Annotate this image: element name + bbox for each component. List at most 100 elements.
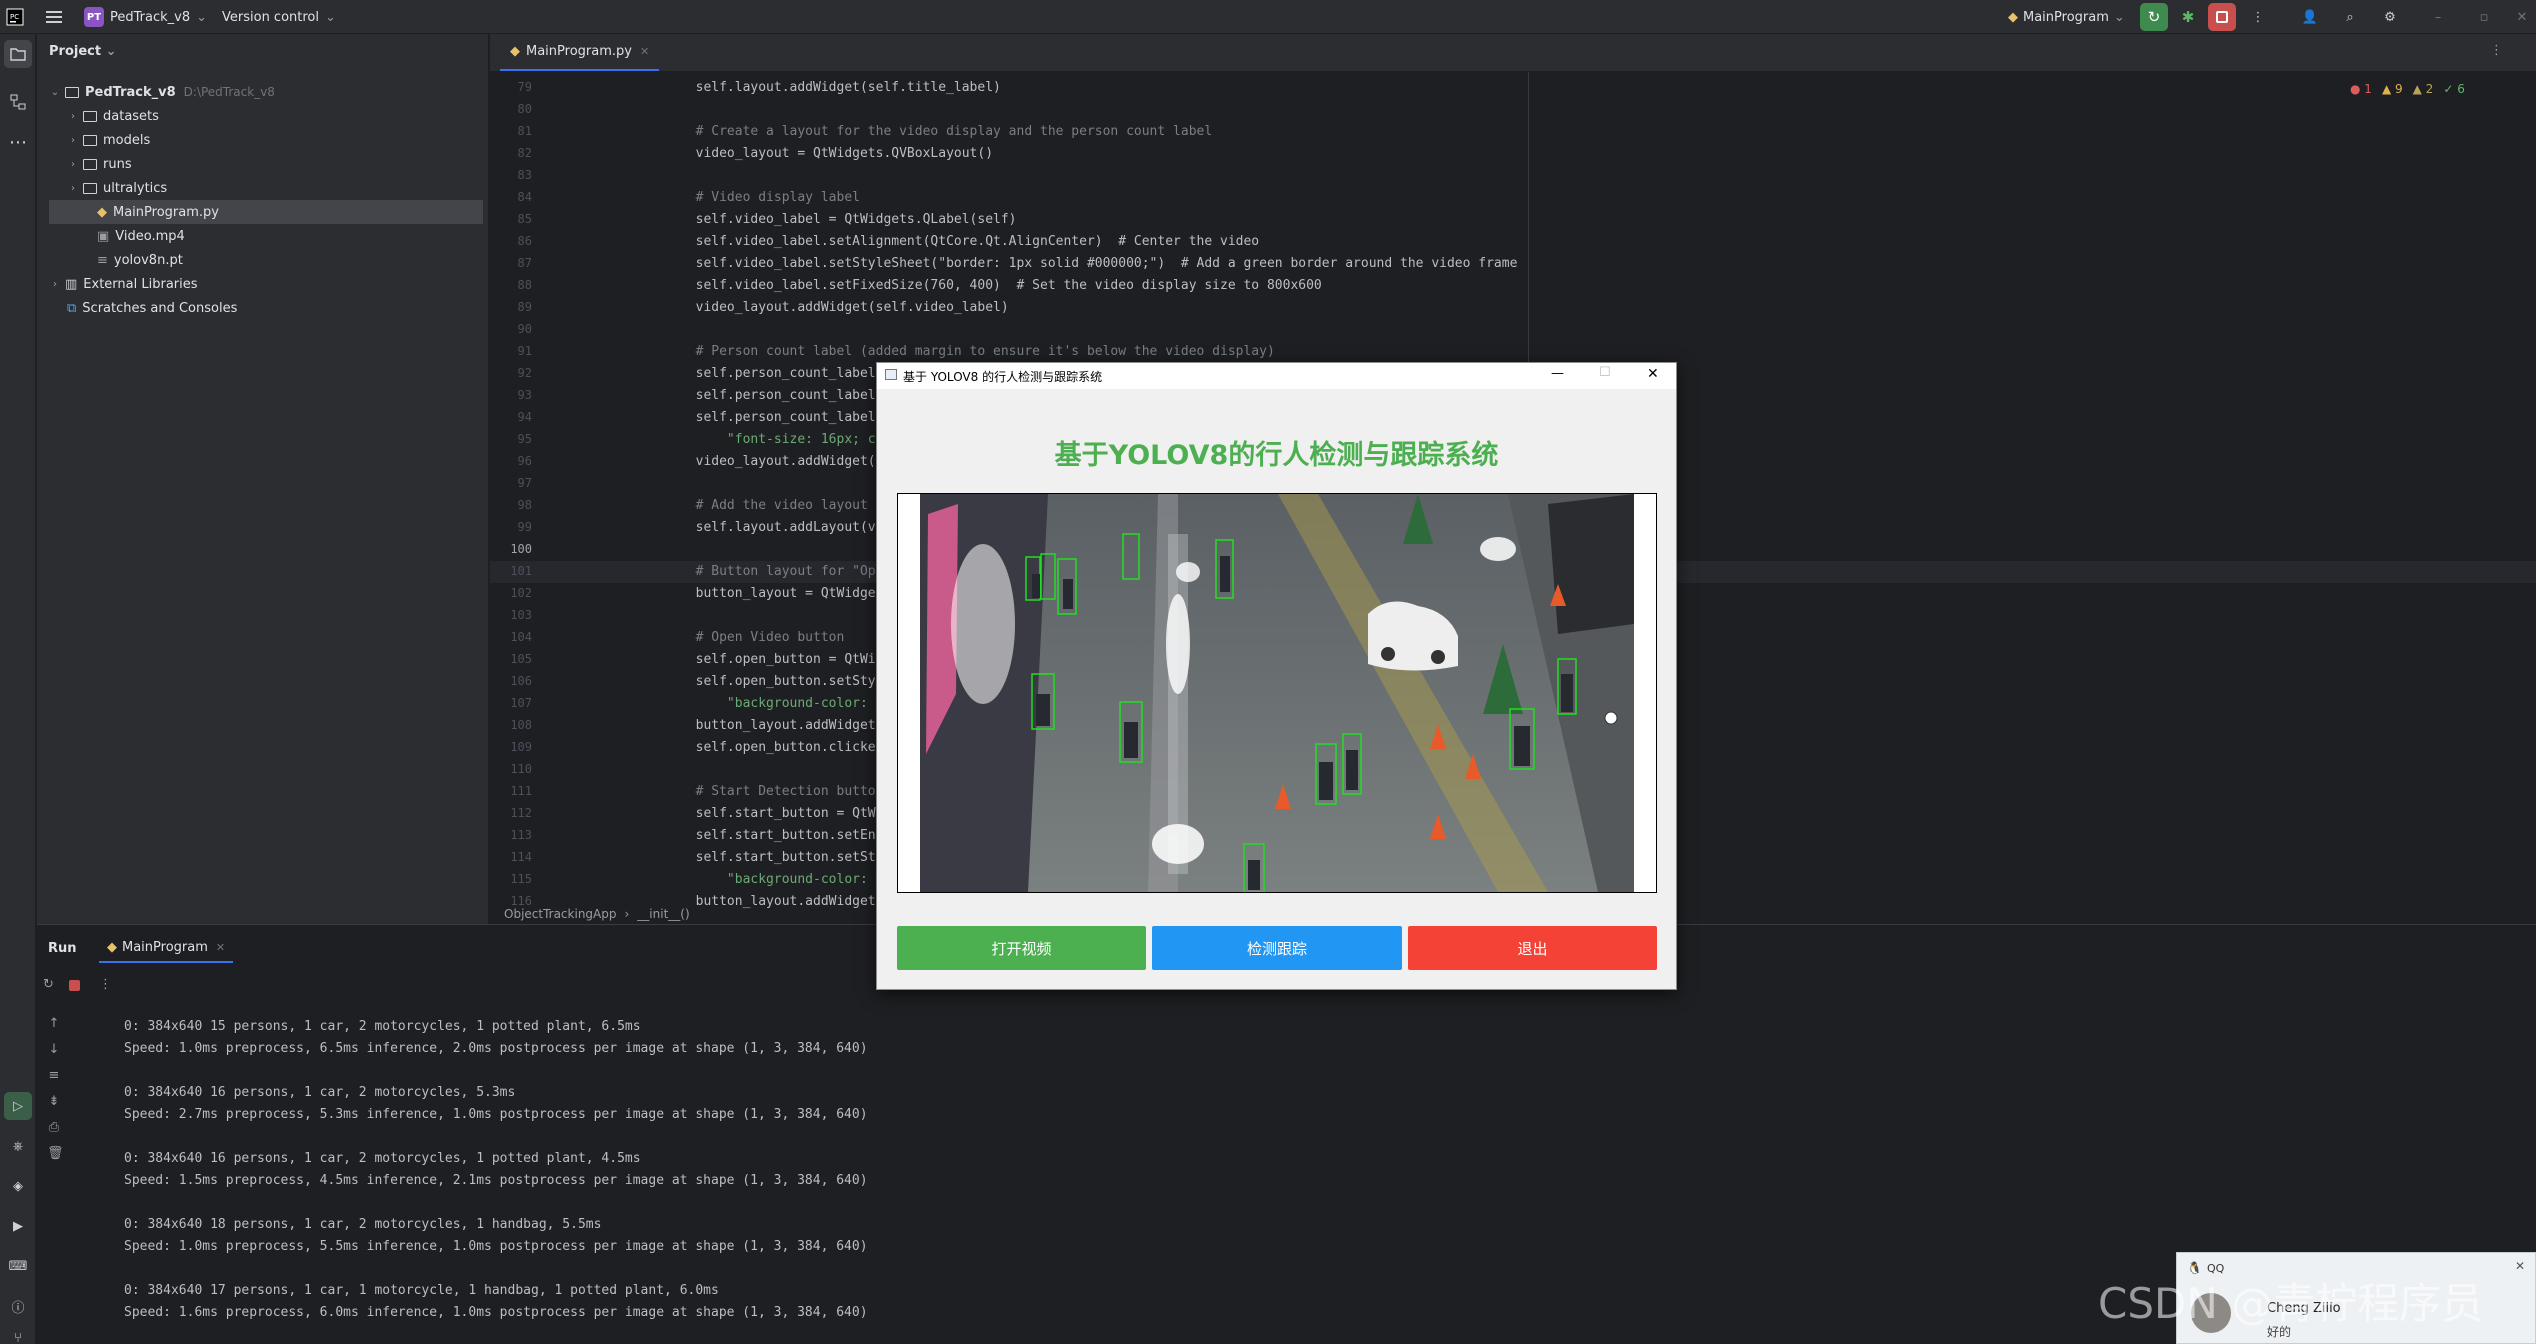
layers-icon[interactable]: ◈ [4,1172,32,1200]
library-icon: ▥ [65,276,78,292]
svg-text:PC: PC [10,13,19,21]
close-tab-icon[interactable]: ✕ [216,941,225,954]
scroll-up-icon[interactable]: ↑ [47,1011,61,1037]
stop-icon [2216,11,2228,23]
tree-label: datasets [103,108,159,124]
video-display [897,493,1657,893]
terminal-icon[interactable]: ⌨ [4,1252,32,1280]
minimize-window-icon[interactable]: – [2424,3,2452,31]
chevron-down-icon: ⌄ [105,44,117,59]
tree-item-models[interactable]: › models [37,128,482,152]
rerun-button[interactable]: ↻ [2140,3,2168,31]
console-line: 0: 384x640 18 persons, 1 car, 2 motorcyc… [124,1217,602,1232]
debug-button[interactable]: ✱ [2174,3,2202,31]
python-file-icon: ◆ [107,939,117,955]
tree-item-external-libraries[interactable]: › ▥ External Libraries [37,272,482,296]
minimize-icon[interactable]: — [1551,366,1564,381]
stop-icon[interactable] [69,980,80,991]
line-number: 105 [510,652,532,666]
close-tab-icon[interactable]: ✕ [640,45,649,58]
breadcrumb-class[interactable]: ObjectTrackingApp [504,907,616,921]
app-dialog-window: 基于 YOLOV8 的行人检测与跟踪系统 — ☐ ✕ 基于YOLOV8的行人检测… [876,362,1677,990]
line-number: 97 [517,476,532,490]
inspection-widget[interactable]: ● 1 ▲ 9 ▲ 2 ✓ 6 [2350,82,2465,96]
scroll-to-end-icon[interactable]: ⇟ [47,1089,61,1115]
close-icon[interactable]: ✕ [2515,1259,2525,1273]
scroll-down-icon[interactable]: ↓ [47,1037,61,1063]
structure-tool-icon[interactable] [4,88,32,116]
python-file-icon: ◆ [510,44,520,59]
ok-count-value: 6 [2457,82,2465,96]
line-number: 89 [517,300,532,314]
more-tools-icon[interactable]: ⋯ [4,128,32,156]
tool-window-stripe: ⋯ ▷ ⎈ ◈ ▶ ⌨ ⓘ ⑂ [0,34,36,1344]
more-actions-icon[interactable]: ⋮ [2244,3,2272,31]
warning-count-value: 9 [2394,82,2403,96]
clear-output-icon[interactable]: 🗑 [47,1141,64,1167]
close-window-icon[interactable]: ✕ [2508,3,2536,31]
tree-item-scratches[interactable]: ⧉ Scratches and Consoles [37,296,482,320]
console-line: Speed: 1.5ms preprocess, 4.5ms inference… [124,1173,868,1188]
exit-label: 退出 [1517,939,1548,958]
tree-label: Video.mp4 [115,228,185,244]
detect-track-button[interactable]: 检测跟踪 [1152,926,1402,970]
python-packages-icon[interactable]: ⎈ [4,1132,32,1160]
ok-count: ✓ 6 [2443,82,2465,96]
run-config-selector[interactable]: ◆ MainProgram ⌄ [2008,0,2125,34]
vcs-label: Version control [222,9,319,25]
line-number: 85 [517,212,532,226]
run-tool-icon[interactable]: ▷ [4,1092,32,1120]
open-video-button[interactable]: 打开视频 [897,926,1146,970]
chevron-right-icon: › [71,182,75,194]
line-number: 92 [517,366,532,380]
more-actions-icon[interactable]: ⋮ [99,977,112,992]
print-icon[interactable]: ⎙ [47,1115,61,1141]
code-line: # Start Detection button [633,784,884,799]
tab-mainprogram[interactable]: ◆ MainProgram.py ✕ [500,34,660,71]
soft-wrap-icon[interactable]: ≡ [47,1063,61,1089]
project-tool-icon[interactable] [4,40,32,68]
project-panel-title[interactable]: Project ⌄ [49,44,117,59]
folder-icon [65,86,79,98]
tree-item-datasets[interactable]: › datasets [37,104,482,128]
console-line: 0: 384x640 15 persons, 1 car, 2 motorcyc… [124,1019,641,1034]
breadcrumb-method[interactable]: __init__() [637,907,689,921]
tree-item-ultralytics[interactable]: › ultralytics [37,176,482,200]
tree-item-mainprogram[interactable]: ◆ MainProgram.py [49,200,483,224]
exit-button[interactable]: 退出 [1408,926,1657,970]
tree-item-video[interactable]: ▣ Video.mp4 [37,224,482,248]
breadcrumb-separator: › [624,907,630,921]
project-switcher[interactable]: PT PedTrack_v8 ⌄ [84,0,207,34]
line-number: 87 [517,256,532,270]
problems-icon[interactable]: ⓘ [4,1292,32,1320]
git-icon[interactable]: ⑂ [4,1324,32,1344]
tab-options-icon[interactable]: ⋮ [2490,43,2503,58]
code-line: video_layout = QtWidgets.QVBoxLayout() [633,146,994,161]
add-user-icon[interactable]: 👤 [2296,3,2324,31]
chevron-right-icon: › [71,158,75,170]
vcs-menu[interactable]: Version control ⌄ [222,0,336,34]
run-tab-mainprogram[interactable]: ◆ MainProgram ✕ [99,933,234,963]
restore-window-icon[interactable]: ▫ [2470,3,2498,31]
rerun-icon: ↻ [2147,8,2161,26]
tree-item-root[interactable]: ⌄ PedTrack_v8 D:\PedTrack_v8 [37,80,482,104]
error-count: ● 1 [2350,82,2372,96]
ide-logo-icon[interactable]: PC [6,0,24,34]
rerun-icon[interactable]: ↻ [43,977,54,992]
code-line: # Person count label (added margin to en… [633,344,1275,359]
line-number: 111 [510,784,532,798]
maximize-icon[interactable]: ☐ [1599,365,1611,380]
run-config-label: MainProgram [2023,9,2109,25]
close-icon[interactable]: ✕ [1647,366,1659,382]
services-icon[interactable]: ▶ [4,1212,32,1240]
tree-label: runs [103,156,132,172]
code-line: self.video_label.setStyleSheet("border: … [633,256,1518,271]
settings-gear-icon[interactable]: ⚙ [2376,3,2404,31]
main-menu-icon[interactable] [46,0,64,34]
line-number: 98 [517,498,532,512]
search-icon[interactable]: ⌕ [2336,3,2364,31]
tree-item-runs[interactable]: › runs [37,152,482,176]
tree-label: yolov8n.pt [113,252,183,268]
tree-item-weights[interactable]: ≡ yolov8n.pt [37,248,482,272]
stop-button[interactable] [2208,3,2236,31]
